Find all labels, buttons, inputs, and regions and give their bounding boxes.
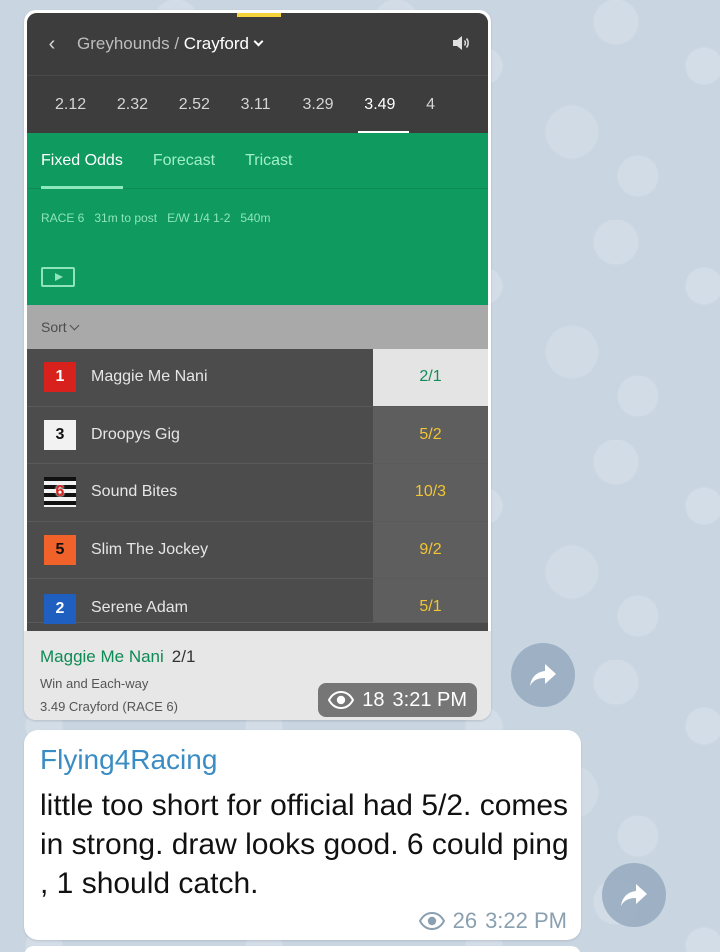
slip-selection: Maggie Me Nani bbox=[40, 647, 164, 666]
header-title[interactable]: Greyhounds / Crayford bbox=[77, 34, 264, 54]
race-panel: Fixed Odds Forecast Tricast RACE 6 31m t… bbox=[27, 133, 488, 305]
race-info: RACE 6 31m to post E/W 1/4 1-2 540m bbox=[41, 211, 270, 225]
runner-name: Maggie Me Nani bbox=[91, 368, 208, 386]
views-eye-icon bbox=[418, 912, 445, 930]
trap-badge: 2 bbox=[44, 594, 76, 624]
tab-forecast[interactable]: Forecast bbox=[153, 133, 215, 189]
bet-type-tabs: Fixed Odds Forecast Tricast bbox=[27, 133, 488, 189]
view-count: 26 bbox=[452, 908, 478, 933]
share-forward-button[interactable] bbox=[511, 643, 575, 707]
forward-arrow-icon bbox=[530, 664, 556, 686]
betting-screenshot: ‹ Greyhounds / Crayford 2.12 2.32 2.52 3… bbox=[27, 13, 488, 631]
odds-button[interactable]: 5/1 bbox=[373, 579, 488, 622]
runner-row[interactable]: 5 Slim The Jockey 9/2 bbox=[27, 521, 488, 579]
trap-badge: 3 bbox=[44, 419, 76, 450]
race-number: RACE 6 bbox=[41, 211, 85, 225]
chevron-down-icon bbox=[253, 36, 264, 47]
share-forward-button[interactable] bbox=[602, 863, 666, 927]
header-separator: / bbox=[169, 34, 184, 53]
tab-race-time[interactable]: 3.11 bbox=[241, 76, 303, 134]
runner-name: Sound Bites bbox=[91, 483, 178, 501]
speaker-icon[interactable] bbox=[452, 35, 470, 51]
tab-race-time[interactable]: 3.29 bbox=[302, 76, 364, 134]
each-way-terms: E/W 1/4 1-2 bbox=[167, 211, 231, 225]
runner-row[interactable]: 1 Maggie Me Nani 2/1 bbox=[27, 349, 488, 407]
race-distance: 540m bbox=[240, 211, 271, 225]
views-eye-icon bbox=[328, 691, 355, 709]
race-time-tabs: 2.12 2.32 2.52 3.11 3.29 3.49 4 bbox=[27, 75, 488, 134]
odds-button[interactable]: 2/1 bbox=[373, 349, 488, 406]
status-strip bbox=[237, 13, 281, 17]
tab-race-time[interactable]: 2.12 bbox=[55, 76, 117, 134]
image-message[interactable]: ‹ Greyhounds / Crayford 2.12 2.32 2.52 3… bbox=[24, 10, 491, 720]
forward-arrow-icon bbox=[621, 884, 647, 906]
message-time: 3:22 PM bbox=[485, 908, 567, 933]
runner-row[interactable]: 2 Serene Adam 5/1 bbox=[27, 579, 488, 624]
sort-dropdown[interactable]: Sort bbox=[27, 305, 488, 349]
sort-label: Sort bbox=[41, 319, 67, 335]
runner-row[interactable]: 3 Droopys Gig 5/2 bbox=[27, 406, 488, 464]
slip-selection-line: Maggie Me Nani 2/1 bbox=[40, 647, 195, 667]
trap-badge: 1 bbox=[44, 362, 76, 393]
header-venue: Crayford bbox=[183, 34, 249, 53]
tab-race-time[interactable]: 2.32 bbox=[117, 76, 179, 134]
runner-name: Serene Adam bbox=[91, 599, 188, 616]
message-meta: 26 3:22 PM bbox=[418, 908, 567, 934]
odds-button[interactable]: 9/2 bbox=[373, 521, 488, 578]
app-header: ‹ Greyhounds / Crayford bbox=[27, 13, 488, 75]
chevron-down-icon bbox=[69, 320, 80, 331]
message-author[interactable]: Flying4Racing bbox=[40, 744, 217, 776]
slip-race: 3.49 Crayford (RACE 6) bbox=[40, 699, 178, 714]
bet-slip-caption: Maggie Me Nani 2/1 Win and Each-way 3.49 … bbox=[24, 631, 491, 720]
runner-list: 1 Maggie Me Nani 2/1 3 Droopys Gig 5/2 6… bbox=[27, 349, 488, 624]
runner-name: Droopys Gig bbox=[91, 425, 180, 443]
odds-button[interactable]: 5/2 bbox=[373, 406, 488, 463]
tab-tricast[interactable]: Tricast bbox=[245, 133, 292, 189]
tab-race-time[interactable]: 2.52 bbox=[179, 76, 241, 134]
trap-badge: 5 bbox=[44, 534, 76, 565]
message-time: 3:21 PM bbox=[392, 688, 467, 711]
message-meta: 18 3:21 PM bbox=[318, 683, 477, 717]
odds-button[interactable]: 10/3 bbox=[373, 464, 488, 521]
video-play-icon[interactable] bbox=[41, 267, 75, 287]
header-category: Greyhounds bbox=[77, 34, 170, 53]
time-to-post: 31m to post bbox=[94, 211, 158, 225]
tab-race-time[interactable]: 4 bbox=[426, 76, 488, 134]
slip-odds: 2/1 bbox=[171, 647, 196, 666]
runner-row[interactable]: 6 Sound Bites 10/3 bbox=[27, 464, 488, 522]
back-icon[interactable]: ‹ bbox=[27, 33, 77, 56]
trap-badge: 6 bbox=[44, 477, 76, 508]
runner-name: Slim The Jockey bbox=[91, 540, 209, 558]
text-message[interactable]: Flying4Racing little too short for offic… bbox=[24, 730, 581, 940]
view-count: 18 bbox=[362, 688, 385, 711]
tab-race-time-active[interactable]: 3.49 bbox=[358, 76, 426, 134]
next-message-edge bbox=[24, 946, 581, 952]
tab-fixed-odds[interactable]: Fixed Odds bbox=[41, 133, 123, 189]
slip-market: Win and Each-way bbox=[40, 676, 149, 691]
message-body: little too short for official had 5/2. c… bbox=[40, 789, 569, 900]
